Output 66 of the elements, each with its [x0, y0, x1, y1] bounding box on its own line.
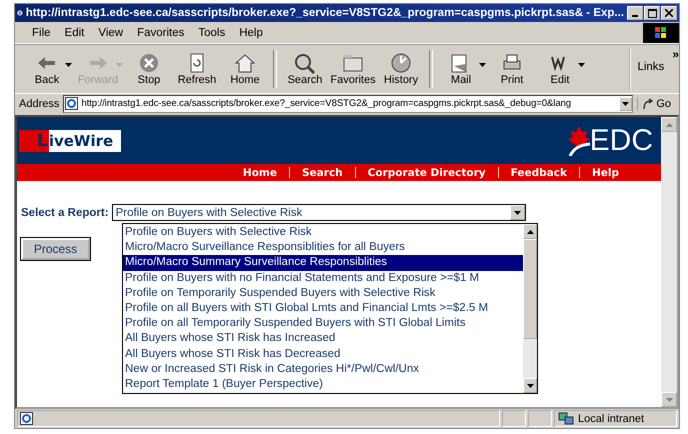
report-option[interactable]: Report Template 1 (Buyer Perspective): [123, 376, 523, 392]
report-option[interactable]: All Buyers whose STI Risk has Decreased: [123, 346, 523, 362]
minimize-button[interactable]: [627, 6, 643, 20]
home-icon: [233, 52, 257, 74]
report-option[interactable]: Profile on all Buyers with STI Global Lmts and Financial Lmts >=$2.5 M: [123, 300, 523, 316]
history-icon: [389, 52, 413, 74]
links-button[interactable]: Links: [635, 61, 666, 73]
edc-logo: EDC: [568, 126, 653, 156]
search-icon: [293, 52, 317, 74]
maximize-button[interactable]: [644, 6, 660, 20]
toolbar-button[interactable]: Print: [488, 52, 536, 86]
windows-logo-icon: [643, 22, 679, 42]
address-label: Address: [19, 98, 60, 110]
dropdown-icon[interactable]: [510, 205, 525, 220]
nav-link[interactable]: Corporate Directory: [356, 166, 498, 178]
report-option[interactable]: All Buyers whose STI Risk has Increased: [123, 331, 523, 346]
toolbar-button[interactable]: Stop: [125, 52, 173, 86]
toolbar-button[interactable]: History: [377, 52, 425, 86]
menu-item[interactable]: Edit: [58, 26, 92, 38]
menu-item[interactable]: Tools: [191, 26, 232, 38]
nav-link[interactable]: Help: [580, 166, 631, 178]
report-option[interactable]: Profile on all Temporarily Suspended Buyers with STI Global Limits: [123, 316, 523, 332]
toolbar-button[interactable]: Refresh: [173, 52, 221, 86]
caret-icon[interactable]: [578, 63, 585, 67]
favorites-icon: [341, 52, 365, 74]
nav-link[interactable]: Home: [230, 166, 289, 178]
scroll-down-icon[interactable]: [526, 384, 534, 388]
nav-link[interactable]: Feedback: [498, 166, 579, 178]
toolbar-button[interactable]: Back: [23, 52, 71, 86]
zone-label: Local intranet: [578, 412, 644, 424]
stop-icon: [137, 52, 161, 74]
close-icon: [665, 9, 673, 17]
go-button[interactable]: Go: [637, 98, 675, 110]
window-title: http://intrastg1.edc-see.ca/sasscripts/broker.exe?_service=V8STG2&_program=caspgms.pickrpt.sas& - Exp...: [26, 7, 624, 19]
report-label: Select a Report:: [21, 206, 109, 218]
network-icon: [558, 412, 574, 426]
toolbar-button[interactable]: Favorites: [329, 52, 377, 86]
report-select[interactable]: Profile on Buyers with Selective Risk: [112, 204, 526, 221]
toolbar-button[interactable]: Edit: [536, 52, 584, 86]
process-button[interactable]: Process: [21, 238, 90, 260]
caret-icon[interactable]: [65, 63, 72, 67]
scrollbar[interactable]: [523, 224, 537, 394]
toolbar-button[interactable]: Mail: [437, 52, 485, 86]
livewire-logo: LiveWire: [19, 130, 122, 152]
report-option[interactable]: Micro/Macro Surveillance Responsiblities for all Buyers: [123, 240, 523, 256]
report-option[interactable]: Profile on Buyers with Selective Risk: [123, 225, 523, 240]
report-option[interactable]: Profile on Buyers with no Financial Statements and Exposure >=$1 M: [123, 270, 523, 286]
maximize-icon: [648, 8, 656, 18]
nav-link[interactable]: Search: [290, 166, 355, 178]
toolbar-button[interactable]: Search: [281, 52, 329, 86]
caret-icon[interactable]: [479, 63, 486, 67]
arrow-icon: [642, 98, 654, 110]
scroll-up-icon[interactable]: [526, 230, 534, 234]
menu-item[interactable]: Help: [232, 26, 270, 38]
toolbar-button[interactable]: Home: [221, 52, 269, 86]
menu-item[interactable]: View: [91, 26, 130, 38]
close-button[interactable]: [661, 6, 677, 20]
report-option[interactable]: Profile on Temporarily Suspended Buyers with Selective Risk: [123, 286, 523, 301]
address-field[interactable]: http://intrastg1.edc-see.ca/sasscripts/broker.exe?_service=V8STG2&_program=caspgms.pickrpt.sas&_debug=0&lang: [63, 94, 634, 112]
dropdown-icon[interactable]: [619, 96, 632, 110]
menu-item[interactable]: File: [25, 26, 58, 38]
menu-item[interactable]: Favorites: [130, 26, 192, 38]
page-icon: [65, 97, 78, 110]
chevron-icon[interactable]: »: [672, 47, 679, 61]
report-option[interactable]: New or Increased STI Risk in Categories Hi*/Pwl/Cwl/Unx: [123, 362, 523, 377]
report-option[interactable]: Micro/Macro Summary Surveillance Responsiblities: [123, 255, 523, 271]
